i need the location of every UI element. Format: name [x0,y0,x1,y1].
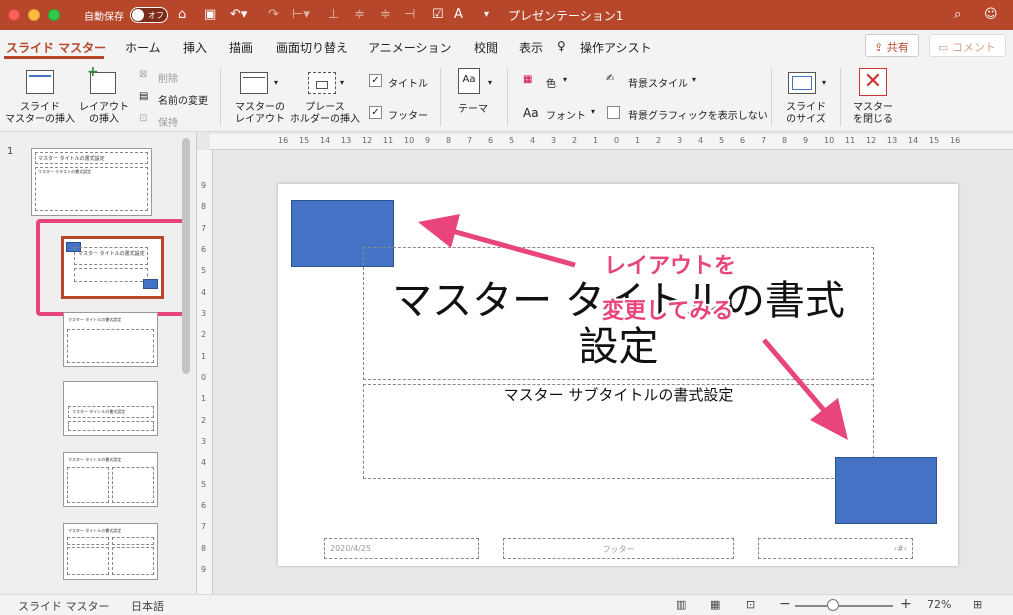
slide-sorter-icon[interactable]: ▦ [710,598,720,611]
view-mode-label: スライド マスター [18,600,110,613]
annotation-arrows [418,214,848,440]
zoom-slider-track[interactable] [795,605,893,607]
slideshow-icon[interactable]: ⊡ [746,598,755,611]
zoom-in-button[interactable]: + [900,596,912,612]
normal-view-icon[interactable]: ▥ [676,598,686,611]
arrow-to-topleft [418,214,576,268]
zoom-level[interactable]: 72% [927,598,951,611]
annotation-line2: 変更してみる [602,299,734,324]
zoom-out-button[interactable]: − [779,596,791,612]
language-label[interactable]: 日本語 [131,598,164,614]
zoom-slider-knob[interactable] [827,599,839,611]
status-bar: スライド マスター 日本語 ▥ ▦ ⊡ − + 72% ⊞ [0,594,1013,615]
arrow-to-bottomright [762,338,848,440]
annotation-line1: レイアウトを [604,254,737,279]
fit-to-window-icon[interactable]: ⊞ [973,598,982,611]
